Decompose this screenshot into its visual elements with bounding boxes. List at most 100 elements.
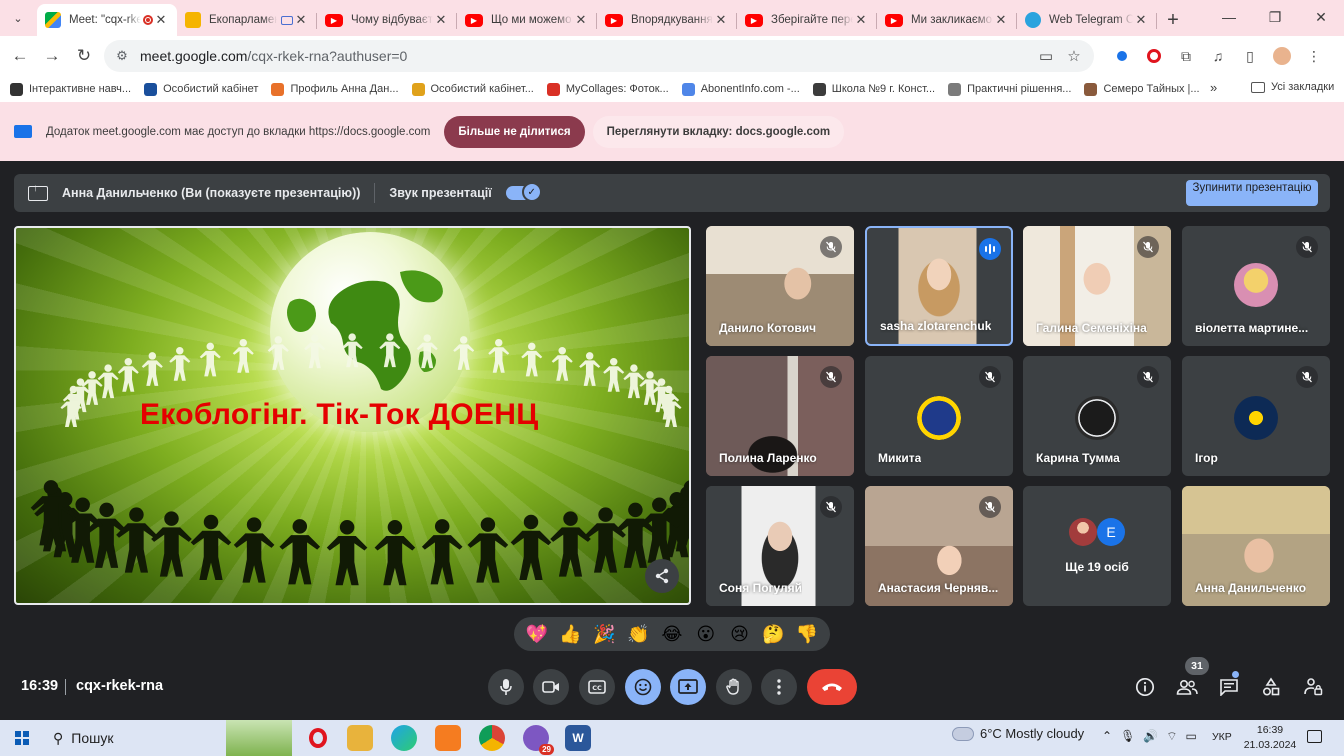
close-tab-icon[interactable]: ✕ (573, 12, 589, 28)
leave-call-button[interactable] (807, 669, 857, 705)
chrome-menu-icon[interactable]: ⋮ (1298, 40, 1330, 72)
more-bookmarks-icon[interactable]: » (1210, 80, 1217, 95)
browser-tab[interactable]: Meet: "cqx-rkek-rna" ✕ (37, 4, 177, 36)
side-panel-icon[interactable]: ▯ (1234, 40, 1266, 72)
browser-tab[interactable]: ▶ Чому відбувається✕ (317, 4, 457, 36)
close-tab-icon[interactable]: ✕ (433, 12, 449, 28)
extension-blue-dot-icon[interactable] (1106, 40, 1138, 72)
emoji-reactions-button[interactable] (625, 669, 661, 705)
weather-widget[interactable]: 6°C Mostly cloudy (952, 726, 1084, 741)
taskbar-widget-tree-icon[interactable] (226, 720, 292, 756)
participant-tile[interactable]: Полина Ларенко (706, 356, 854, 476)
participant-tile[interactable]: Данило Котович (706, 226, 854, 346)
chrome-icon[interactable] (479, 725, 505, 751)
file-explorer-icon[interactable] (347, 725, 373, 751)
stop-sharing-button[interactable]: Більше не ділитися (444, 115, 585, 148)
raise-hand-button[interactable] (716, 669, 752, 705)
word-icon[interactable]: W (565, 725, 591, 751)
bookmark-item[interactable]: Особистий кабінет (144, 82, 258, 96)
activities-button[interactable] (1257, 673, 1285, 701)
stop-presenting-button[interactable]: Зупинити презентацію (1186, 180, 1318, 206)
close-tab-icon[interactable]: ✕ (713, 12, 729, 28)
meeting-details-button[interactable] (1131, 673, 1159, 701)
maximize-button[interactable]: ❐ (1252, 0, 1298, 34)
more-participants-tile[interactable]: E Ще 19 осіб (1023, 486, 1171, 606)
chevron-up-icon[interactable]: ⌃ (1102, 729, 1112, 744)
bookmark-item[interactable]: Школа №9 г. Конст... (812, 82, 935, 96)
share-icon[interactable] (645, 559, 679, 593)
extensions-puzzle-icon[interactable]: ⧉ (1170, 40, 1202, 72)
close-tab-icon[interactable]: ✕ (993, 12, 1009, 28)
camera-button[interactable] (533, 669, 569, 705)
host-controls-button[interactable] (1299, 673, 1327, 701)
reaction-emoji-button[interactable]: 🤔 (759, 620, 787, 648)
view-shared-tab-button[interactable]: Переглянути вкладку: docs.google.com (592, 115, 845, 148)
people-button[interactable] (1173, 673, 1201, 701)
bookmark-item[interactable]: MyCollages: Фоток... (546, 82, 669, 96)
participant-tile[interactable]: Ігор (1182, 356, 1330, 476)
reload-button[interactable]: ↻ (68, 40, 100, 72)
browser-tab[interactable]: ▶ Ми закликаємо ✕ (877, 4, 1017, 36)
bookmark-item[interactable]: Інтерактивне навч... (10, 82, 131, 96)
new-tab-button[interactable]: + (1157, 4, 1189, 36)
bookmark-item[interactable]: Семеро Тайных |... (1084, 82, 1200, 96)
battery-icon[interactable]: ▭ (1186, 729, 1197, 744)
all-bookmarks-button[interactable]: Усі закладки (1251, 81, 1334, 93)
reaction-emoji-button[interactable]: 👍 (557, 620, 585, 648)
back-button[interactable]: ← (4, 40, 36, 72)
input-language[interactable]: УКР (1212, 731, 1232, 743)
close-tab-icon[interactable]: ✕ (153, 12, 169, 28)
edge-icon[interactable] (391, 725, 417, 751)
close-tab-icon[interactable]: ✕ (293, 12, 309, 28)
close-tab-icon[interactable]: ✕ (853, 12, 869, 28)
browser-tab[interactable]: ▶ Що ми можемо ✕ (457, 4, 597, 36)
microphone-tray-icon[interactable]: 🎙 (1120, 729, 1135, 744)
reaction-emoji-button[interactable]: 😂 (658, 620, 686, 648)
volume-icon[interactable]: 🔊 (1143, 729, 1158, 744)
participant-tile[interactable]: Галина Семеніхіна (1023, 226, 1171, 346)
taskbar-clock[interactable]: 16:39 21.03.2024 (1242, 723, 1298, 753)
bookmark-item[interactable]: Практичні рішення... (948, 82, 1071, 96)
url-text[interactable]: meet.google.com/cqx-rkek-rna?authuser=0 (140, 48, 407, 64)
bookmark-star-icon[interactable]: ☆ (1060, 42, 1088, 70)
participant-tile[interactable]: Анна Данильченко (1182, 486, 1330, 606)
taskbar-search[interactable]: ⚲ Пошук (45, 723, 225, 753)
reaction-emoji-button[interactable]: 👏 (624, 620, 652, 648)
windows-start-icon[interactable] (15, 731, 29, 745)
address-bar[interactable]: ⚙ meet.google.com/cqx-rkek-rna?authuser=… (104, 40, 1094, 72)
viber-icon[interactable]: 29 (523, 725, 554, 755)
reaction-emoji-button[interactable]: 🎉 (590, 620, 618, 648)
bookmark-item[interactable]: AbonentInfo.com -... (681, 82, 800, 96)
forward-button[interactable]: → (36, 40, 68, 72)
bookmark-item[interactable]: Профиль Анна Дан... (271, 82, 399, 96)
reaction-emoji-button[interactable]: 👎 (793, 620, 821, 648)
participant-tile[interactable]: sasha zlotarenchuk (865, 226, 1013, 346)
participant-tile[interactable]: Анастасия Черняв... (865, 486, 1013, 606)
tab-search-button[interactable]: ⌄ (5, 5, 31, 31)
participant-tile[interactable]: Микита (865, 356, 1013, 476)
reaction-emoji-button[interactable]: 😮 (692, 620, 720, 648)
notifications-icon[interactable] (1307, 730, 1322, 743)
presentation-audio-toggle[interactable]: ✓ (505, 182, 542, 202)
profile-avatar[interactable] (1266, 40, 1298, 72)
participant-tile[interactable]: Карина Тумма (1023, 356, 1171, 476)
media-controls-icon[interactable]: ♫ (1202, 40, 1234, 72)
camera-in-use-icon[interactable]: ▭ (1032, 42, 1060, 70)
chat-button[interactable] (1215, 673, 1243, 701)
close-tab-icon[interactable]: ✕ (1133, 12, 1149, 28)
reaction-emoji-button[interactable]: 😢 (725, 620, 753, 648)
more-options-button[interactable] (761, 669, 797, 705)
store-app-icon[interactable] (435, 725, 461, 751)
reaction-emoji-button[interactable]: 💖 (523, 620, 551, 648)
present-now-button[interactable] (670, 669, 706, 705)
browser-tab[interactable]: Web Telegram C ✕ (1017, 4, 1157, 36)
microphone-button[interactable] (488, 669, 524, 705)
minimize-button[interactable]: — (1206, 0, 1252, 34)
browser-tab[interactable]: ▶ Впорядкування ✕ (597, 4, 737, 36)
browser-tab[interactable]: ▶ Зберігайте пере ✕ (737, 4, 877, 36)
bookmark-item[interactable]: Особистий кабінет... (411, 82, 534, 96)
browser-tab[interactable]: Екопарламент ✕ (177, 4, 317, 36)
captions-button[interactable]: CC (579, 669, 615, 705)
site-info-icon[interactable]: ⚙ (108, 42, 136, 70)
participant-tile[interactable]: віолетта мартине... (1182, 226, 1330, 346)
